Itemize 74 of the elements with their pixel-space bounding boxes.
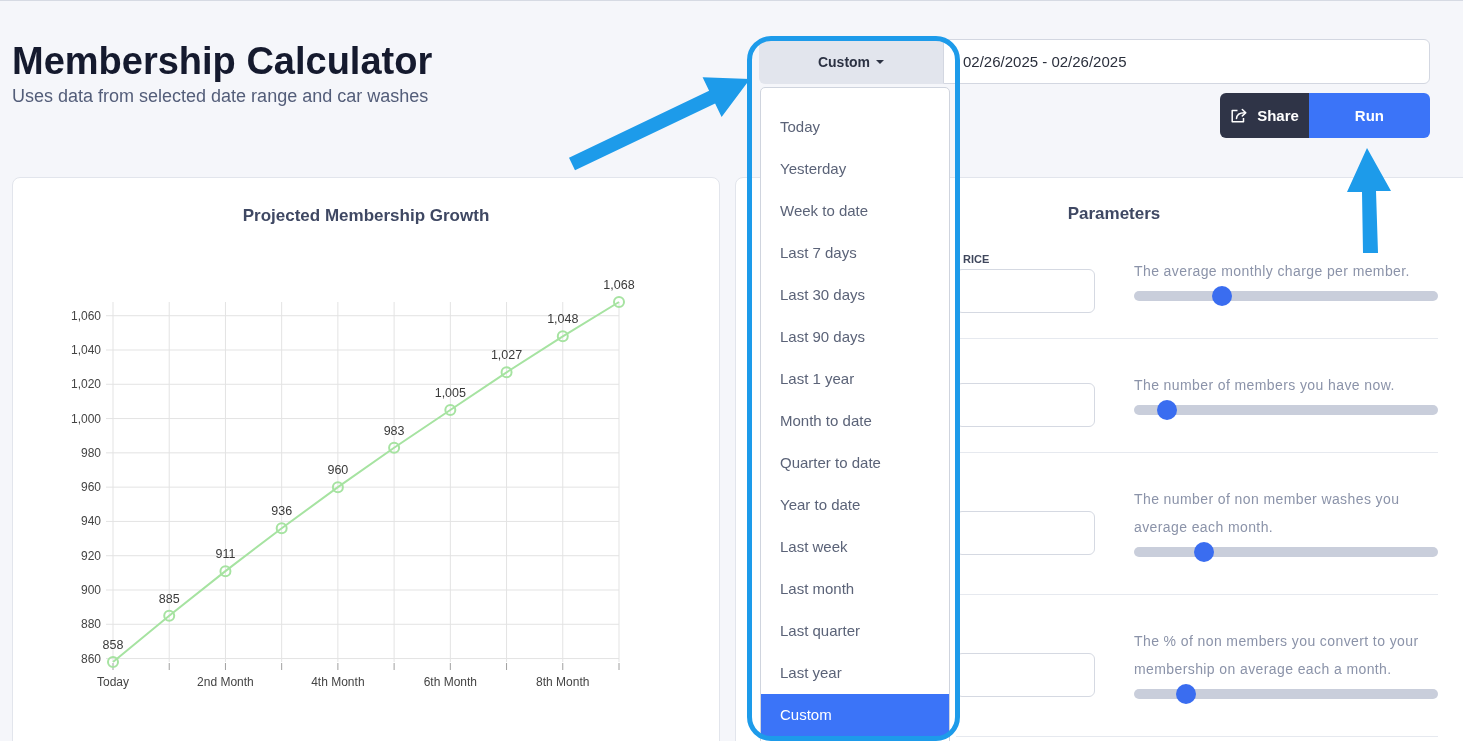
y-axis-label: 1,060: [70, 308, 101, 323]
field-description: The number of members you have now.: [1134, 376, 1396, 395]
date-preset-dropdown[interactable]: Custom: [759, 39, 943, 84]
caret-icon: [876, 59, 885, 64]
x-axis-label: 6th Month: [423, 675, 477, 689]
slider[interactable]: [1134, 542, 1438, 562]
data-point: [331, 481, 344, 494]
page-subtitle: Uses data from selected date range and car washes: [12, 85, 430, 108]
data-point: [275, 522, 288, 535]
share-icon: [1231, 108, 1248, 123]
slider-thumb[interactable]: [1212, 286, 1233, 306]
data-label: 983: [383, 423, 405, 438]
chart-title: Projected Membership Growth: [241, 205, 491, 227]
y-axis-label: 1,000: [70, 411, 101, 426]
menu-item[interactable]: Last 7 days: [761, 232, 949, 274]
slider-thumb[interactable]: [1193, 542, 1214, 562]
slider-thumb[interactable]: [1157, 400, 1178, 420]
y-axis-label: 1,020: [70, 377, 101, 392]
share-button[interactable]: Share: [1220, 93, 1309, 138]
y-axis-label: 980: [80, 445, 101, 460]
data-label: 1,005: [434, 386, 466, 400]
y-axis-label: 860: [80, 651, 101, 666]
data-point: [500, 366, 513, 379]
data-label: 1,048: [547, 312, 579, 327]
x-axis-label: 2nd Month: [197, 675, 254, 689]
slider[interactable]: [1134, 400, 1438, 420]
data-point: [163, 609, 176, 622]
menu-item[interactable]: Last month: [761, 568, 949, 610]
menu-item[interactable]: Last 30 days: [761, 274, 949, 316]
data-point: [613, 296, 625, 308]
data-label: 911: [215, 547, 236, 562]
data-point: [444, 404, 457, 416]
data-label: 858: [102, 638, 124, 652]
run-button[interactable]: Run: [1308, 93, 1430, 138]
y-axis-label: 880: [80, 617, 101, 632]
parameters-title: Parameters: [1067, 203, 1161, 225]
menu-item[interactable]: Week to date: [761, 190, 949, 232]
data-point: [388, 441, 401, 454]
data-label: 960: [327, 463, 349, 478]
menu-item[interactable]: Last 1 year: [761, 358, 949, 400]
data-label: 1,027: [490, 348, 523, 363]
data-point: [556, 330, 569, 343]
x-axis-label: 4th Month: [311, 675, 365, 689]
page-title: Membership Calculator: [12, 39, 433, 83]
menu-item[interactable]: Quarter to date: [761, 442, 949, 484]
field-description: The average monthly charge per member.: [1134, 262, 1411, 281]
y-axis-label: 940: [80, 514, 101, 529]
data-point: [107, 656, 119, 668]
date-range-field[interactable]: 02/26/2025 - 02/26/2025: [943, 39, 1430, 84]
menu-item[interactable]: Today: [761, 106, 949, 148]
field-description: The number of non member washes you average each month.: [1134, 490, 1401, 537]
x-axis-label: 8th Month: [536, 675, 590, 689]
data-label: 885: [158, 591, 180, 606]
menu-item[interactable]: Last quarter: [761, 610, 949, 652]
menu-item[interactable]: Last 90 days: [761, 316, 949, 358]
data-label: 936: [271, 504, 293, 519]
menu-item[interactable]: Yesterday: [761, 148, 949, 190]
slider-thumb[interactable]: [1175, 684, 1196, 704]
x-axis-label: Today: [97, 675, 129, 689]
data-label: 1,068: [603, 278, 635, 292]
menu-item[interactable]: Last week: [761, 526, 949, 568]
field-description: The % of non members you convert to your membership on average each a month.: [1134, 632, 1420, 679]
y-axis-label: 960: [80, 480, 101, 495]
data-point: [219, 565, 232, 578]
y-axis-label: 900: [80, 583, 101, 597]
y-axis-label: 920: [80, 548, 101, 563]
field-label: RICE: [962, 252, 991, 267]
menu-item[interactable]: Last year: [761, 652, 949, 694]
menu-item[interactable]: Year to date: [761, 484, 949, 526]
y-axis-label: 1,040: [70, 343, 101, 357]
slider[interactable]: [1134, 286, 1438, 306]
menu-item[interactable]: Month to date: [761, 400, 949, 442]
menu-item[interactable]: Custom: [761, 694, 949, 736]
slider[interactable]: [1134, 684, 1438, 704]
